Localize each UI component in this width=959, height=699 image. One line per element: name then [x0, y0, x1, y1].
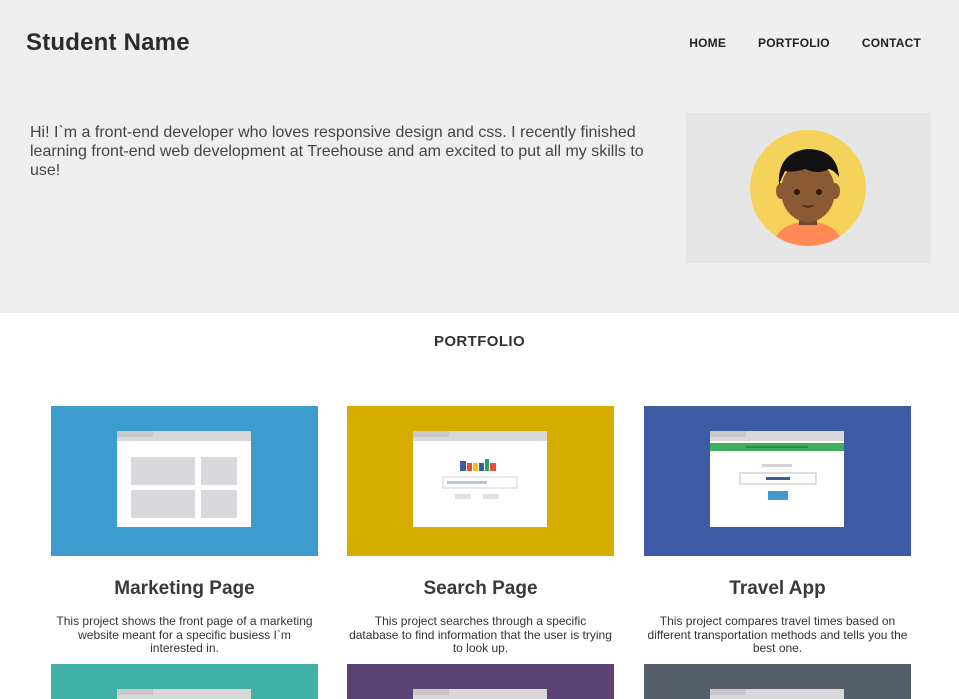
avatar-frame	[686, 113, 931, 263]
nav-home-link[interactable]: HOME	[689, 36, 726, 50]
project-card[interactable]: Search Page This project searches throug…	[347, 406, 614, 656]
nav-contact-link[interactable]: CONTACT	[862, 36, 921, 50]
browser-wireframe-icon	[117, 689, 251, 699]
browser-wireframe-icon	[710, 689, 844, 699]
project-description: This project shows the front page of a m…	[56, 614, 313, 655]
browser-wireframe-icon	[413, 689, 547, 699]
project-title: Marketing Page	[114, 578, 255, 599]
avatar-icon	[750, 130, 866, 246]
hero-header: Student Name HOME PORTFOLIO CONTACT Hi! …	[0, 0, 959, 313]
main-nav: HOME PORTFOLIO CONTACT	[689, 36, 921, 50]
site-title: Student Name	[26, 29, 190, 56]
project-card[interactable]: Marketing Page This project shows the fr…	[51, 406, 318, 656]
browser-wireframe-icon	[413, 431, 547, 527]
project-title: Search Page	[423, 578, 538, 599]
nav-portfolio-link[interactable]: PORTFOLIO	[758, 36, 830, 50]
project-thumbnail[interactable]	[51, 664, 318, 699]
project-thumbnail[interactable]	[644, 406, 911, 556]
project-description: This project compares travel times based…	[647, 614, 908, 655]
project-thumbnail[interactable]	[347, 664, 614, 699]
project-thumbnail[interactable]	[347, 406, 614, 556]
browser-wireframe-icon	[710, 431, 844, 527]
project-title: Travel App	[729, 578, 826, 599]
intro-text: Hi! I`m a front-end developer who loves …	[30, 124, 644, 179]
project-thumbnail[interactable]	[51, 406, 318, 556]
project-card[interactable]: Travel App This project compares travel …	[644, 406, 911, 656]
browser-wireframe-icon	[117, 431, 251, 527]
portfolio-heading: PORTFOLIO	[433, 333, 526, 350]
project-description: This project searches through a specific…	[349, 614, 612, 655]
project-thumbnail[interactable]	[644, 664, 911, 699]
